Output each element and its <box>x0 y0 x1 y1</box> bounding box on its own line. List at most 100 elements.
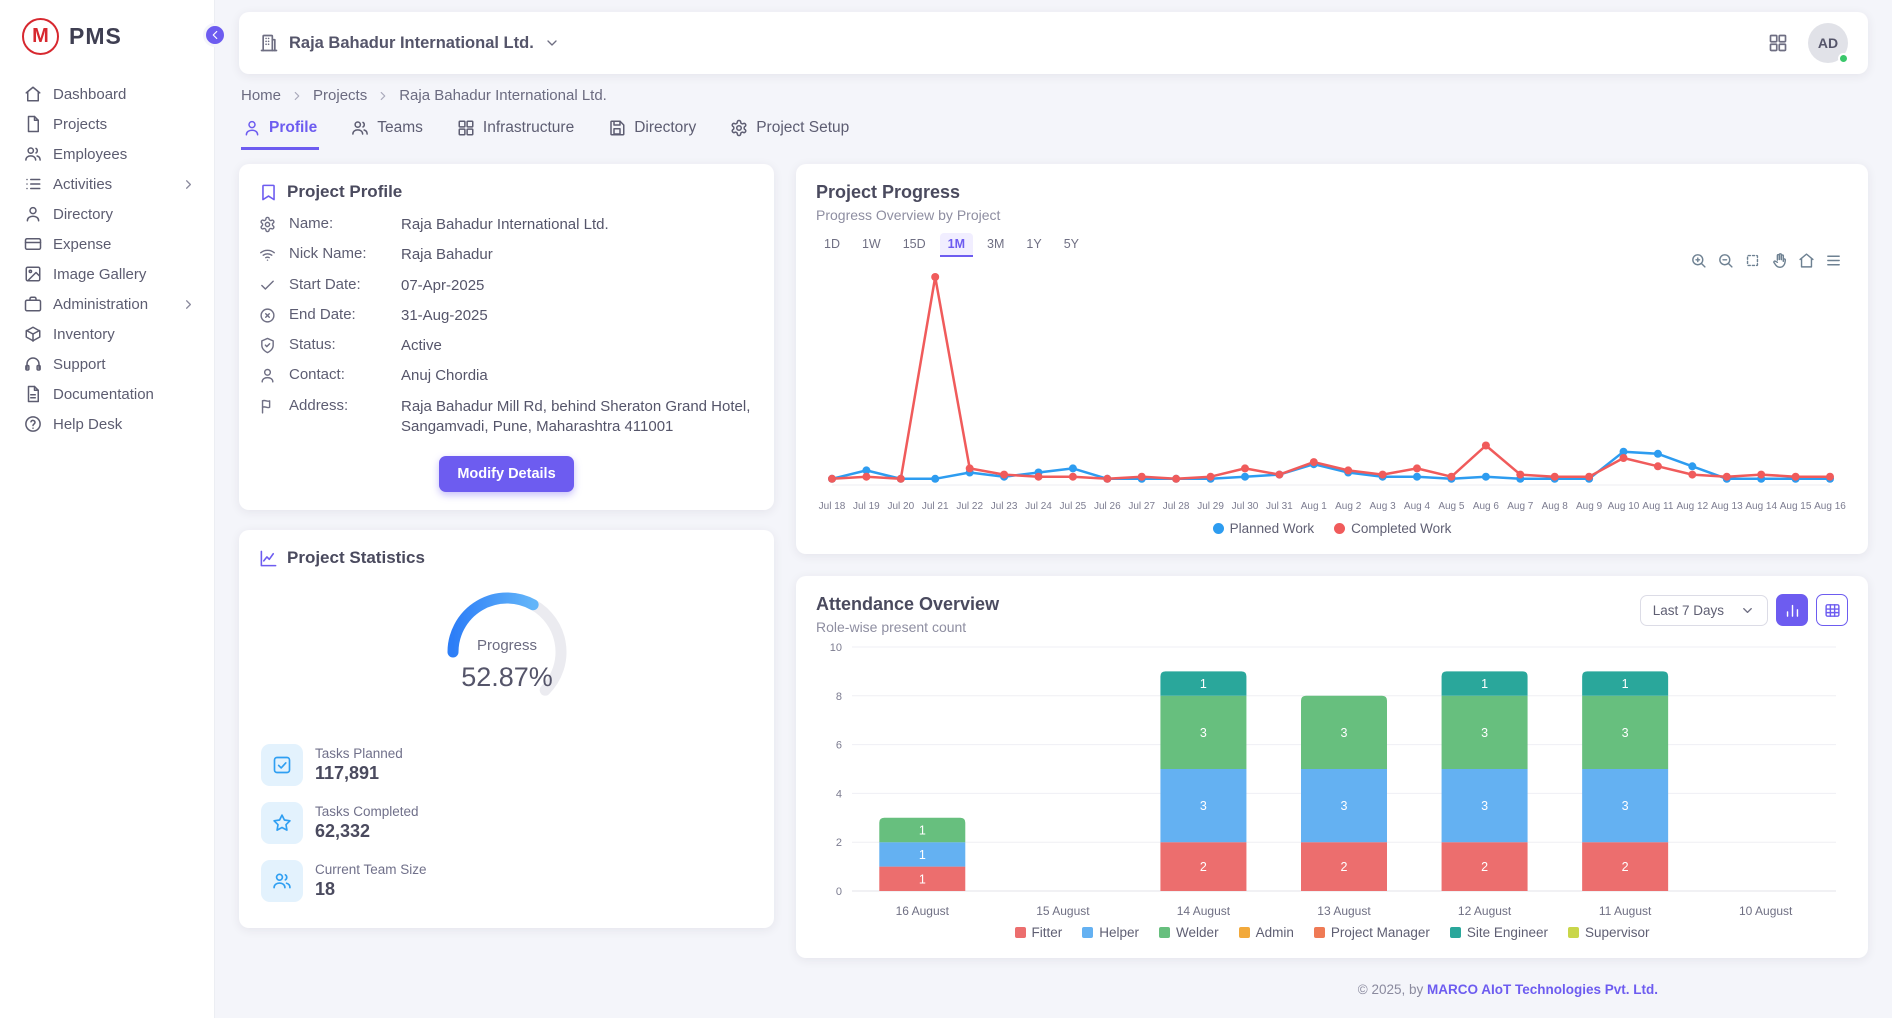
legend-item-project-manager[interactable]: Project Manager <box>1314 925 1430 940</box>
svg-text:1: 1 <box>1481 677 1488 691</box>
users-icon <box>24 145 42 163</box>
sidebar-item-expense[interactable]: Expense <box>0 229 214 259</box>
range-button-15d[interactable]: 15D <box>895 233 934 257</box>
zoom-in-icon[interactable] <box>1690 252 1707 269</box>
grid-icon <box>457 119 475 137</box>
legend-marker <box>1213 523 1224 534</box>
legend-item-admin[interactable]: Admin <box>1239 925 1294 940</box>
profile-field-start-date-: Start Date:07-Apr-2025 <box>259 271 754 301</box>
sidebar-item-documentation[interactable]: Documentation <box>0 379 214 409</box>
sidebar-item-help-desk[interactable]: Help Desk <box>0 409 214 439</box>
profile-field-status-: Status:Active <box>259 331 754 361</box>
sidebar-item-projects[interactable]: Projects <box>0 109 214 139</box>
legend-label: Supervisor <box>1585 925 1650 940</box>
project-progress-card: Project Progress Progress Overview by Pr… <box>796 164 1868 554</box>
range-button-1w[interactable]: 1W <box>854 233 889 257</box>
sidebar-item-employees[interactable]: Employees <box>0 139 214 169</box>
sidebar-item-dashboard[interactable]: Dashboard <box>0 79 214 109</box>
sidebar-item-label: Dashboard <box>53 86 200 103</box>
range-button-1y[interactable]: 1Y <box>1018 233 1049 257</box>
sidebar-item-image-gallery[interactable]: Image Gallery <box>0 259 214 289</box>
svg-text:Jul 29: Jul 29 <box>1197 501 1224 512</box>
sidebar-item-label: Expense <box>53 236 200 253</box>
table-view-button[interactable] <box>1816 594 1848 626</box>
tab-teams[interactable]: Teams <box>349 115 425 150</box>
legend-item-planned-work[interactable]: Planned Work <box>1213 521 1315 536</box>
svg-text:Jul 24: Jul 24 <box>1025 501 1052 512</box>
chevron-right-icon <box>181 177 196 192</box>
breadcrumb-item-home[interactable]: Home <box>241 87 281 104</box>
progress-chart-title: Project Progress <box>816 182 1848 203</box>
stat-label: Tasks Planned <box>315 746 403 761</box>
svg-text:Aug 16: Aug 16 <box>1814 501 1846 512</box>
range-button-3m[interactable]: 3M <box>979 233 1012 257</box>
field-value: Raja Bahadur International Ltd. <box>401 215 609 235</box>
legend-label: Planned Work <box>1230 521 1315 536</box>
breadcrumb-item-projects[interactable]: Projects <box>313 87 367 104</box>
building-icon <box>259 33 279 53</box>
svg-text:10 August: 10 August <box>1739 904 1793 918</box>
svg-text:Jul 19: Jul 19 <box>853 501 880 512</box>
svg-text:Aug 10: Aug 10 <box>1608 501 1640 512</box>
svg-text:Aug 13: Aug 13 <box>1711 501 1743 512</box>
svg-text:Aug 7: Aug 7 <box>1507 501 1534 512</box>
svg-text:1: 1 <box>919 848 926 862</box>
app-root: M PMS DashboardProjectsEmployeesActiviti… <box>0 0 1892 1018</box>
logo[interactable]: M PMS <box>0 0 214 71</box>
sidebar-collapse-button[interactable] <box>203 23 227 47</box>
sidebar-item-label: Image Gallery <box>53 266 200 283</box>
svg-text:3: 3 <box>1200 799 1207 813</box>
online-status-dot <box>1838 53 1849 64</box>
footer-company-link[interactable]: MARCO AIoT Technologies Pvt. Ltd. <box>1427 982 1658 997</box>
sidebar-item-administration[interactable]: Administration <box>0 289 214 319</box>
legend-marker <box>1159 927 1170 938</box>
legend-item-completed-work[interactable]: Completed Work <box>1334 521 1451 536</box>
home-icon[interactable] <box>1798 252 1815 269</box>
apps-grid-icon[interactable] <box>1768 33 1788 53</box>
pan-icon[interactable] <box>1771 252 1788 269</box>
legend-item-helper[interactable]: Helper <box>1082 925 1139 940</box>
selection-icon[interactable] <box>1744 252 1761 269</box>
date-range-select[interactable]: Last 7 Days <box>1640 595 1768 626</box>
svg-text:52.87%: 52.87% <box>461 662 553 692</box>
legend-item-welder[interactable]: Welder <box>1159 925 1219 940</box>
sidebar-menu: Dashboard ProjectsEmployees Activities Dire… <box>0 79 214 439</box>
profile-field-contact-: Contact:Anuj Chordia <box>259 361 754 391</box>
breadcrumb: HomeProjectsRaja Bahadur International L… <box>241 87 1866 104</box>
legend-item-supervisor[interactable]: Supervisor <box>1568 925 1650 940</box>
date-range-value: Last 7 Days <box>1653 603 1724 618</box>
sidebar-item-support[interactable]: Support <box>0 349 214 379</box>
sidebar-item-inventory[interactable]: Inventory <box>0 319 214 349</box>
range-button-1d[interactable]: 1D <box>816 233 848 257</box>
zoom-out-icon[interactable] <box>1717 252 1734 269</box>
avatar[interactable]: AD <box>1808 23 1848 63</box>
company-selector[interactable]: Raja Bahadur International Ltd. <box>259 33 560 53</box>
modify-details-button[interactable]: Modify Details <box>439 456 573 492</box>
field-value: Raja Bahadur Mill Rd, behind Sheraton Gr… <box>401 397 754 438</box>
sidebar-item-label: Activities <box>53 176 170 193</box>
sidebar-item-activities[interactable]: Activities <box>0 169 214 199</box>
svg-text:Jul 18: Jul 18 <box>819 501 846 512</box>
svg-text:Jul 25: Jul 25 <box>1060 501 1087 512</box>
chevron-right-icon <box>290 89 304 103</box>
tab-profile[interactable]: Profile <box>241 115 319 150</box>
check-square-icon <box>261 744 303 786</box>
svg-text:3: 3 <box>1341 799 1348 813</box>
legend-item-site-engineer[interactable]: Site Engineer <box>1450 925 1548 940</box>
sidebar-item-directory[interactable]: Directory <box>0 199 214 229</box>
range-button-1m[interactable]: 1M <box>940 233 973 257</box>
sidebar-item-label: Administration <box>53 296 170 313</box>
stat-current-team-size: Current Team Size18 <box>259 852 754 910</box>
project-profile-card: Project Profile Name:Raja Bahadur Intern… <box>239 164 774 510</box>
attendance-controls: Last 7 Days <box>1640 594 1848 626</box>
tab-project-setup[interactable]: Project Setup <box>728 115 851 150</box>
attendance-overview-card: Attendance Overview Role-wise present co… <box>796 576 1868 958</box>
tab-bar: Profile Teams Infrastructure Directory Proje… <box>239 115 1868 150</box>
legend-item-fitter[interactable]: Fitter <box>1015 925 1063 940</box>
tab-directory[interactable]: Directory <box>606 115 698 150</box>
chart-view-button[interactable] <box>1776 594 1808 626</box>
tab-infrastructure[interactable]: Infrastructure <box>455 115 576 150</box>
svg-text:4: 4 <box>836 788 842 800</box>
range-button-5y[interactable]: 5Y <box>1056 233 1087 257</box>
menu-icon[interactable] <box>1825 252 1842 269</box>
